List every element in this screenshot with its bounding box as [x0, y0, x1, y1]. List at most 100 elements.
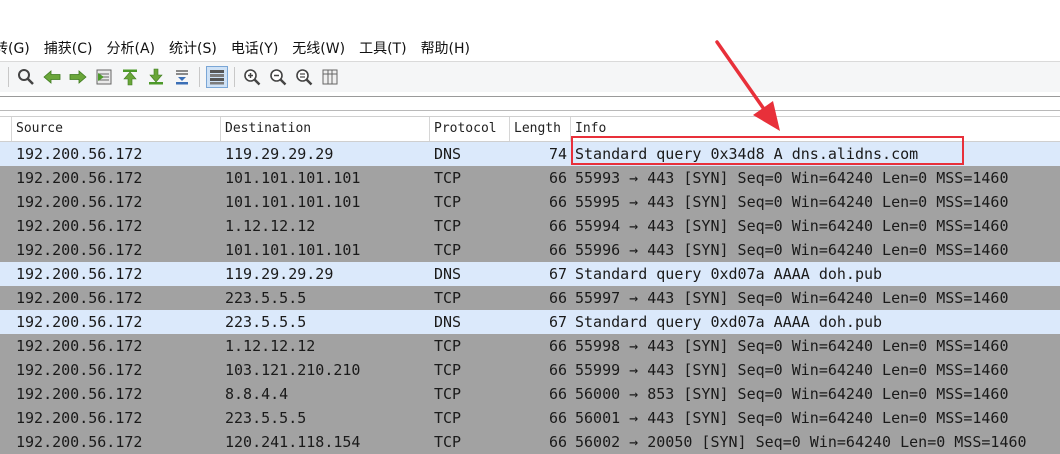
packet-info-cell: 55999 → 443 [SYN] Seq=0 Win=64240 Len=0 … — [575, 361, 1009, 379]
packet-source-cell: 192.200.56.172 — [16, 433, 143, 451]
packet-source-cell: 192.200.56.172 — [16, 193, 143, 211]
packet-no-cell — [0, 406, 12, 430]
menu-analyze[interactable]: 分析(A) — [106, 38, 155, 58]
packet-row[interactable]: 192.200.56.172 119.29.29.29 DNS 67 Standard … — [0, 262, 1060, 286]
menu-bar: 转(G) 捕获(C) 分析(A) 统计(S) 电话(Y) 无线(W) 工具(T)… — [0, 36, 1060, 60]
packet-row[interactable]: 192.200.56.172 120.241.118.154 TCP 66 56002 … — [0, 430, 1060, 454]
packet-source-cell: 192.200.56.172 — [16, 385, 143, 403]
go-back-icon[interactable] — [41, 66, 63, 88]
packet-info-cell: Standard query 0x34d8 A dns.alidns.com — [575, 145, 919, 163]
packet-length-cell: 66 — [548, 433, 567, 451]
resize-columns-icon[interactable] — [319, 66, 341, 88]
packet-destination-cell: 8.8.4.4 — [225, 385, 289, 403]
packet-protocol-cell: TCP — [434, 241, 462, 259]
packet-destination-cell: 119.29.29.29 — [225, 145, 334, 163]
auto-scroll-icon[interactable] — [171, 66, 193, 88]
packet-row[interactable]: 192.200.56.172 119.29.29.29 DNS 74 Standard … — [0, 142, 1060, 166]
packet-protocol-cell: TCP — [434, 409, 462, 427]
packet-source-cell: 192.200.56.172 — [16, 337, 143, 355]
menu-tools[interactable]: 工具(T) — [359, 38, 406, 58]
packet-list: Source Destination Protocol Length Info … — [0, 116, 1060, 454]
packet-info-cell: 55997 → 443 [SYN] Seq=0 Win=64240 Len=0 … — [575, 289, 1009, 307]
packet-no-cell — [0, 334, 12, 358]
packet-no-cell — [0, 262, 12, 286]
go-forward-icon[interactable] — [67, 66, 89, 88]
packet-no-cell — [0, 238, 12, 262]
packet-protocol-cell: TCP — [434, 193, 462, 211]
packet-protocol-cell: TCP — [434, 217, 462, 235]
zoom-normal-icon[interactable] — [293, 66, 315, 88]
go-to-packet-icon[interactable] — [93, 66, 115, 88]
packet-protocol-cell: TCP — [434, 361, 462, 379]
go-last-icon[interactable] — [145, 66, 167, 88]
packet-row[interactable]: 192.200.56.172 101.101.101.101 TCP 66 55996 … — [0, 238, 1060, 262]
packet-row[interactable]: 192.200.56.172 101.101.101.101 TCP 66 55993 … — [0, 166, 1060, 190]
packet-source-cell: 192.200.56.172 — [16, 289, 143, 307]
packet-source-cell: 192.200.56.172 — [16, 265, 143, 283]
packet-length-cell: 66 — [548, 337, 567, 355]
menu-go[interactable]: 转(G) — [0, 38, 30, 58]
main-toolbar — [0, 61, 1060, 92]
find-packet-icon[interactable] — [15, 66, 37, 88]
packet-info-cell: 55994 → 443 [SYN] Seq=0 Win=64240 Len=0 … — [575, 217, 1009, 235]
packet-source-cell: 192.200.56.172 — [16, 313, 143, 331]
packet-source-cell: 192.200.56.172 — [16, 361, 143, 379]
packet-info-cell: Standard query 0xd07a AAAA doh.pub — [575, 313, 883, 331]
packet-no-cell — [0, 142, 12, 166]
packet-length-cell: 66 — [548, 217, 567, 235]
packet-row[interactable]: 192.200.56.172 1.12.12.12 TCP 66 55994 → 443… — [0, 214, 1060, 238]
packet-length-cell: 66 — [548, 241, 567, 259]
packet-info-cell: 56000 → 853 [SYN] Seq=0 Win=64240 Len=0 … — [575, 385, 1009, 403]
packet-info-cell: 55996 → 443 [SYN] Seq=0 Win=64240 Len=0 … — [575, 241, 1009, 259]
packet-protocol-cell: DNS — [434, 265, 462, 283]
menu-wireless[interactable]: 无线(W) — [292, 38, 345, 58]
packet-source-cell: 192.200.56.172 — [16, 217, 143, 235]
packet-no-cell — [0, 214, 12, 238]
packet-protocol-cell: TCP — [434, 169, 462, 187]
zoom-out-icon[interactable] — [267, 66, 289, 88]
packet-row[interactable]: 192.200.56.172 223.5.5.5 TCP 66 55997 → 443 … — [0, 286, 1060, 310]
packet-row[interactable]: 192.200.56.172 223.5.5.5 TCP 66 56001 → 443 … — [0, 406, 1060, 430]
packet-length-cell: 67 — [548, 313, 567, 331]
packet-destination-cell: 223.5.5.5 — [225, 289, 307, 307]
menu-help[interactable]: 帮助(H) — [421, 38, 470, 58]
column-header-destination[interactable]: Destination — [221, 117, 430, 141]
column-header-no[interactable] — [0, 117, 12, 141]
packet-length-cell: 66 — [548, 409, 567, 427]
packet-source-cell: 192.200.56.172 — [16, 169, 143, 187]
zoom-in-icon[interactable] — [241, 66, 263, 88]
packet-destination-cell: 223.5.5.5 — [225, 313, 307, 331]
packet-length-cell: 66 — [548, 169, 567, 187]
menu-capture[interactable]: 捕获(C) — [44, 38, 93, 58]
packet-length-cell: 66 — [548, 385, 567, 403]
packet-destination-cell: 1.12.12.12 — [225, 337, 316, 355]
menu-statistics[interactable]: 统计(S) — [169, 38, 217, 58]
packet-info-cell: 55993 → 443 [SYN] Seq=0 Win=64240 Len=0 … — [575, 169, 1009, 187]
packet-row[interactable]: 192.200.56.172 223.5.5.5 DNS 67 Standard que… — [0, 310, 1060, 334]
packet-destination-cell: 103.121.210.210 — [225, 361, 361, 379]
packet-info-cell: 56002 → 20050 [SYN] Seq=0 Win=64240 Len=… — [575, 433, 1027, 451]
packet-length-cell: 66 — [548, 289, 567, 307]
packet-protocol-cell: TCP — [434, 433, 462, 451]
packet-protocol-cell: DNS — [434, 313, 462, 331]
packet-row[interactable]: 192.200.56.172 1.12.12.12 TCP 66 55998 → 443… — [0, 334, 1060, 358]
column-header-protocol[interactable]: Protocol — [430, 117, 510, 141]
display-filter-bar[interactable] — [0, 92, 1060, 111]
packet-length-cell: 66 — [548, 193, 567, 211]
colorize-icon[interactable] — [206, 66, 228, 88]
packet-no-cell — [0, 358, 12, 382]
column-header-info[interactable]: Info — [571, 117, 1060, 141]
go-first-icon[interactable] — [119, 66, 141, 88]
column-header-length[interactable]: Length — [510, 117, 571, 141]
packet-row[interactable]: 192.200.56.172 103.121.210.210 TCP 66 55999 … — [0, 358, 1060, 382]
packet-length-cell: 67 — [548, 265, 567, 283]
packet-protocol-cell: DNS — [434, 145, 462, 163]
toolbar-separator — [234, 67, 235, 87]
packet-info-cell: 55995 → 443 [SYN] Seq=0 Win=64240 Len=0 … — [575, 193, 1009, 211]
packet-no-cell — [0, 190, 12, 214]
column-header-source[interactable]: Source — [12, 117, 221, 141]
packet-length-cell: 74 — [548, 145, 567, 163]
menu-telephony[interactable]: 电话(Y) — [231, 38, 278, 58]
packet-row[interactable]: 192.200.56.172 8.8.4.4 TCP 66 56000 → 853 [S… — [0, 382, 1060, 406]
packet-row[interactable]: 192.200.56.172 101.101.101.101 TCP 66 55995 … — [0, 190, 1060, 214]
